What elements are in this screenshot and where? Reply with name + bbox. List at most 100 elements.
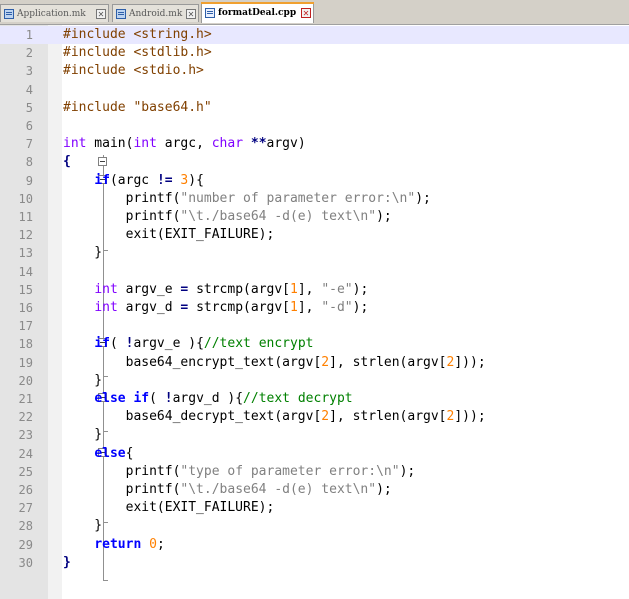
code-line[interactable]: 26 printf("\t./base64 -d(e) text\n"); <box>0 481 629 499</box>
code-line[interactable]: 11 printf("\t./base64 -d(e) text\n"); <box>0 208 629 226</box>
line-number: 9 <box>25 173 33 188</box>
code-token: ( <box>149 391 165 406</box>
code-token: #include <stdio.h> <box>63 63 204 79</box>
code-line[interactable]: 25 printf("type of parameter error:\n"); <box>0 463 629 481</box>
code-token: ** <box>250 136 267 152</box>
code-token: } <box>63 554 71 570</box>
code-line[interactable]: 1 #include <string.h> <box>0 26 629 44</box>
code-line[interactable]: 8{ <box>0 153 629 171</box>
code-token: ], strlen(argv[ <box>329 354 447 370</box>
line-number: 4 <box>25 82 33 97</box>
line-number: 21 <box>18 392 33 406</box>
code-token: "\t./base64 -d(e) text\n" <box>180 209 377 224</box>
line-number: 3 <box>25 64 33 79</box>
code-token: //text decrypt <box>243 391 353 406</box>
close-icon[interactable]: ✕ <box>301 8 311 18</box>
code-token: "-e" <box>321 281 353 297</box>
code-line[interactable]: 19 base64_encrypt_text(argv[2], strlen(a… <box>0 354 629 372</box>
line-number: 12 <box>18 228 33 243</box>
code-line[interactable]: 30} <box>0 554 629 572</box>
code-line[interactable]: 4 <box>0 81 629 99</box>
fold-end-marker <box>103 580 108 581</box>
line-number: 19 <box>18 355 33 370</box>
code-line[interactable]: 6 <box>0 117 629 135</box>
code-line[interactable]: 28 } <box>0 517 629 535</box>
code-token: exit(EXIT_FAILURE); <box>63 227 275 243</box>
code-token: ); <box>399 463 416 479</box>
close-icon[interactable]: ✕ <box>186 9 196 19</box>
file-icon <box>205 8 215 18</box>
code-text: printf("number of parameter error:\n"); <box>63 190 431 208</box>
code-token: printf( <box>63 209 181 224</box>
code-line[interactable]: 5 #include "base64.h" <box>0 99 629 117</box>
code-editor[interactable]: 1 #include <string.h> 2 #include <stdlib.h>… <box>0 25 629 599</box>
code-line[interactable]: 23 } <box>0 426 629 444</box>
line-number: 10 <box>18 191 33 206</box>
code-token: if <box>94 336 110 352</box>
code-token: #include <stdlib.h> <box>63 45 212 61</box>
code-text: #include <stdio.h> <box>63 62 204 80</box>
code-line[interactable]: 15 int argv_e = strcmp(argv[1], "-e"); <box>0 281 629 299</box>
code-token: if <box>94 172 110 188</box>
code-line[interactable]: 16 int argv_d = strcmp(argv[1], "-d"); <box>0 299 629 317</box>
line-number: 6 <box>25 119 33 133</box>
code-token: { <box>125 445 134 461</box>
line-number: 24 <box>18 446 33 461</box>
file-icon <box>4 9 14 19</box>
code-token: ; <box>156 536 165 552</box>
code-line[interactable]: 12 exit(EXIT_FAILURE); <box>0 226 629 244</box>
line-number: 5 <box>25 100 33 115</box>
code-line[interactable]: 17 <box>0 317 629 335</box>
code-token: strcmp(argv[ <box>188 281 290 297</box>
line-number: 2 <box>25 46 33 61</box>
code-text: base64_decrypt_text(argv[2], strlen(argv… <box>63 408 486 426</box>
code-text: return 0; <box>63 536 165 554</box>
code-line[interactable]: 29 return 0; <box>0 536 629 554</box>
code-token: base64_decrypt_text(argv[ <box>63 409 322 425</box>
code-line[interactable]: 14 <box>0 263 629 281</box>
code-token: 1 <box>290 300 298 315</box>
code-line[interactable]: 7 int main(int argc, char **argv) <box>0 135 629 153</box>
code-line[interactable]: 13 } <box>0 244 629 262</box>
code-token: != <box>156 172 173 188</box>
code-line[interactable]: 27 exit(EXIT_FAILURE); <box>0 499 629 517</box>
code-line[interactable]: 20 } <box>0 372 629 390</box>
code-text: else{ <box>63 445 133 463</box>
code-token: printf( <box>63 190 181 206</box>
code-line[interactable]: 18 if( !argv_e ){//text encrypt <box>0 335 629 353</box>
code-token: ! <box>164 391 173 406</box>
code-token: argv_e ){ <box>133 336 204 352</box>
code-line[interactable]: 9 if(argc != 3){ <box>0 172 629 190</box>
tab-android-mk[interactable]: Android.mk ✕ <box>112 4 199 22</box>
code-text: } <box>63 372 102 390</box>
code-line[interactable]: 24 else{ <box>0 445 629 463</box>
code-token: int <box>94 300 118 315</box>
line-number: 14 <box>18 264 33 279</box>
code-token: ], <box>297 281 322 297</box>
code-token: ); <box>376 209 392 224</box>
close-icon[interactable]: ✕ <box>96 9 106 19</box>
code-token: ], strlen(argv[ <box>329 409 447 425</box>
code-text: if(argc != 3){ <box>63 172 204 190</box>
code-token: "type of parameter error:\n" <box>180 463 400 479</box>
code-token: argc, <box>156 136 212 152</box>
code-text: #include <string.h> <box>63 26 212 44</box>
tab-application-mk[interactable]: Application.mk ✕ <box>0 4 109 22</box>
tab-formatdeal-cpp[interactable]: formatDeal.cpp ✕ <box>201 2 314 23</box>
code-line[interactable]: 3 #include <stdio.h> <box>0 62 629 80</box>
code-line[interactable]: 22 base64_decrypt_text(argv[2], strlen(a… <box>0 408 629 426</box>
code-token: } <box>63 427 103 443</box>
tab-label: Application.mk <box>17 9 86 19</box>
code-line[interactable]: 10 printf("number of parameter error:\n"… <box>0 190 629 208</box>
line-number: 30 <box>18 555 33 570</box>
code-token: ( <box>109 336 126 352</box>
code-line[interactable]: 21 else if( !argv_d ){//text decrypt <box>0 390 629 408</box>
code-token: strcmp(argv[ <box>188 300 290 315</box>
code-line[interactable]: 2 #include <stdlib.h> <box>0 44 629 62</box>
line-number: 1 <box>25 28 33 42</box>
code-token: (argc <box>109 172 157 188</box>
code-text: exit(EXIT_FAILURE); <box>63 226 275 244</box>
code-token: int <box>94 281 118 297</box>
